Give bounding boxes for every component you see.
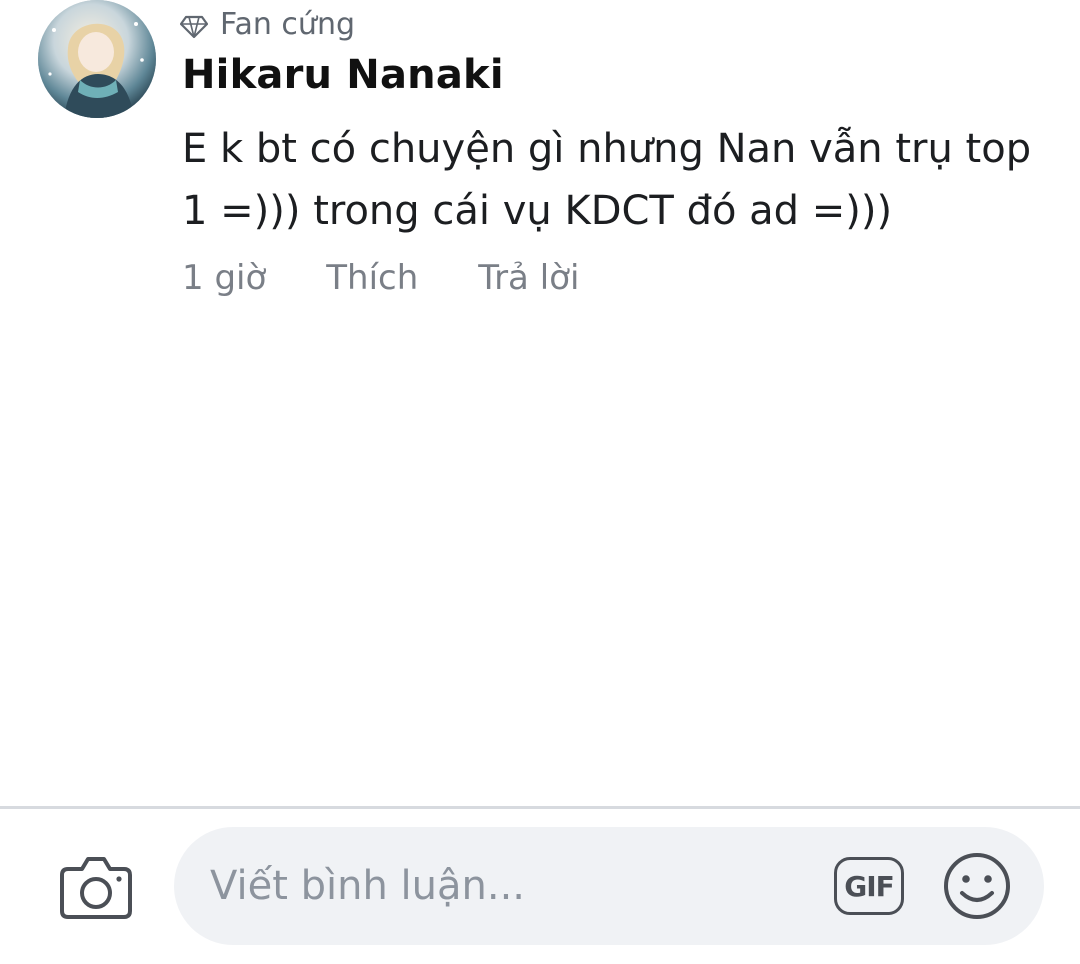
- diamond-icon: [179, 12, 209, 39]
- comment-text: E k bt có chuyện gì nhưng Nan vẫn trụ to…: [182, 126, 1032, 234]
- smiley-icon: [944, 853, 1010, 919]
- comment-input[interactable]: Viết bình luận... GIF: [174, 827, 1044, 945]
- fan-badge: Fan cứng: [179, 6, 355, 42]
- camera-icon: [60, 857, 132, 919]
- gif-button[interactable]: GIF: [834, 857, 904, 915]
- comment-thread-screen: Fan cứng Hikaru Nanaki E k bt có chuyện …: [0, 0, 1080, 964]
- comment-item: Fan cứng Hikaru Nanaki E k bt có chuyện …: [0, 0, 1080, 320]
- emoji-button[interactable]: [942, 851, 1012, 921]
- avatar[interactable]: [38, 0, 156, 118]
- comment-input-placeholder: Viết bình luận...: [210, 863, 525, 909]
- badge-label: Fan cứng: [220, 6, 355, 42]
- comment-timestamp: 1 giờ: [182, 258, 267, 298]
- like-button[interactable]: Thích: [326, 258, 418, 298]
- comment-composer: Viết bình luận... GIF: [0, 809, 1080, 964]
- author-name[interactable]: Hikaru Nanaki: [182, 52, 504, 98]
- avatar-image: [38, 0, 156, 118]
- camera-button[interactable]: [58, 851, 134, 921]
- comment-actions: 1 giờ Thích Trả lời: [182, 258, 579, 298]
- reply-button[interactable]: Trả lời: [478, 258, 579, 298]
